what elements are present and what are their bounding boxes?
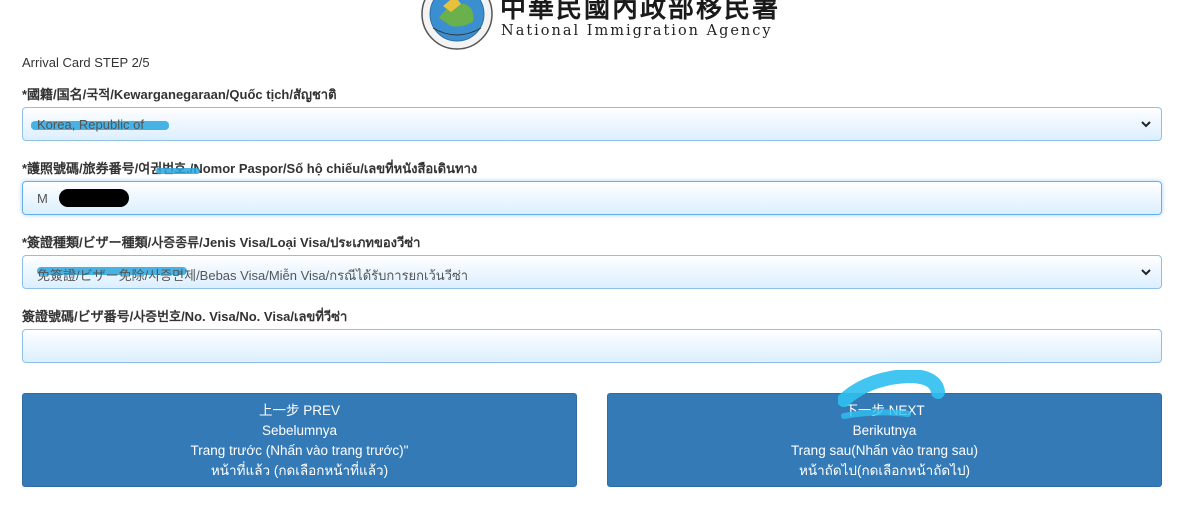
chevron-down-icon	[1141, 121, 1151, 128]
agency-name-en: National Immigration Agency	[501, 23, 773, 39]
highlight-mark	[838, 370, 945, 419]
next-button-line: หน้าถัดไป(กดเลือกหน้าถัดไป)	[798, 463, 971, 478]
prev-button-line: หน้าที่แล้ว (กดเลือกหน้าที่แล้ว)	[210, 463, 389, 478]
prev-button[interactable]: 上一步 PREV Sebelumnya Trang trước (Nhấn và…	[22, 393, 577, 487]
prev-button-line: Sebelumnya	[261, 423, 338, 438]
agency-logo	[421, 0, 493, 50]
visa-type-value: 免簽證/ビザー免除/사증면제/Bebas Visa/Miễn Visa/กรณี…	[37, 268, 469, 283]
visa-number-label: 簽證號碼/ビザ番号/사증번호/No. Visa/No. Visa/เลขที่ว…	[22, 309, 348, 324]
passport-number-input[interactable]: M	[22, 181, 1162, 215]
visa-type-select[interactable]: 免簽證/ビザー免除/사증면제/Bebas Visa/Miễn Visa/กรณี…	[22, 255, 1162, 289]
visa-type-label: *簽證種類/ビザー種類/사증종류/Jenis Visa/Loại Visa/ปร…	[22, 235, 421, 250]
prev-button-line: 上一步 PREV	[258, 403, 340, 418]
step-indicator: Arrival Card STEP 2/5	[22, 55, 150, 70]
passport-label: *護照號碼/旅券番号/여권번호./Nomor Paspor/Số hộ chiế…	[22, 161, 478, 176]
nationality-select[interactable]: Korea, Republic of	[22, 107, 1162, 141]
prev-button-line: Trang trước (Nhấn vào trang trước)"	[190, 443, 409, 458]
nationality-value: Korea, Republic of	[37, 117, 144, 132]
chevron-down-icon	[1141, 269, 1151, 276]
highlight-mark	[156, 168, 200, 174]
nationality-label: *國籍/国名/국적/Kewarganegaraan/Quốc tịch/สัญช…	[22, 87, 337, 102]
next-button-line: Trang sau(Nhấn vào trang sau)	[790, 443, 979, 458]
redaction-mark	[59, 189, 129, 207]
page-header: 中華民國內政部移民署 National Immigration Agency	[0, 0, 1191, 52]
visa-number-input[interactable]	[22, 329, 1162, 363]
agency-name-cn: 中華民國內政部移民署	[500, 0, 781, 24]
